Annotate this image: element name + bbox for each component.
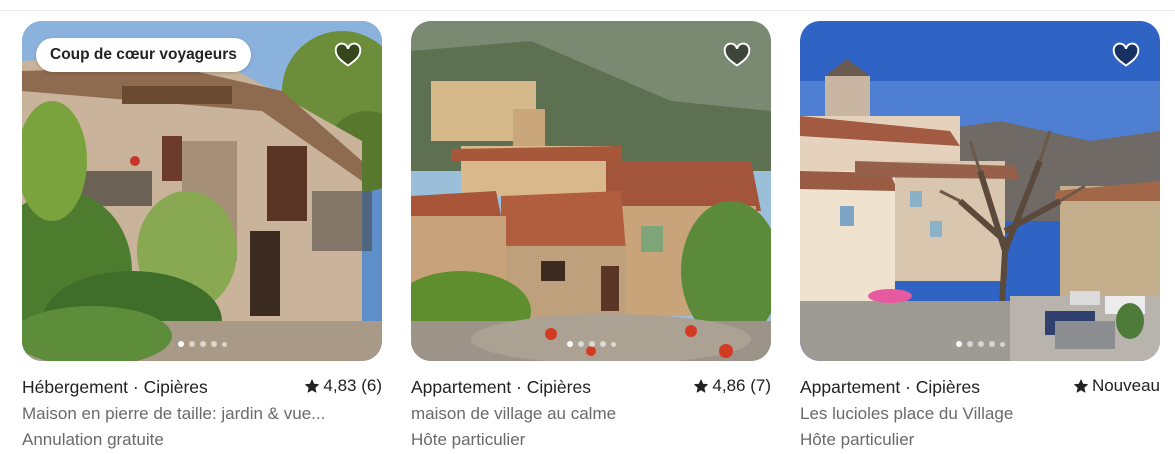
star-icon — [694, 379, 709, 393]
listing-description: Maison en pierre de taille: jardin & vue… — [22, 404, 326, 423]
carousel-dot[interactable] — [177, 341, 184, 347]
listing-card[interactable]: Appartement · Cipières 4,86 (7) maison d… — [411, 21, 771, 451]
listing-rating: 4,83 (6) — [305, 376, 382, 396]
listing-extra: Annulation gratuite — [22, 430, 164, 449]
listing-photo[interactable] — [800, 21, 1160, 361]
heart-icon[interactable] — [334, 41, 362, 69]
listing-title: Appartement · Cipières — [800, 377, 980, 397]
listing-rating: 4,86 (7) — [694, 376, 771, 396]
carousel-dot[interactable] — [210, 341, 217, 347]
carousel-dot[interactable] — [610, 341, 616, 347]
listing-card[interactable]: Coup de cœur voyageurs Hébergement · Cip… — [22, 21, 382, 451]
carousel-dot[interactable] — [221, 341, 227, 347]
carousel-dot[interactable] — [999, 341, 1005, 347]
listing-card[interactable]: Appartement · Cipières Nouveau Les lucio… — [800, 21, 1160, 451]
rating-value: 4,86 (7) — [712, 376, 771, 395]
listing-info: Appartement · Cipières 4,86 (7) maison d… — [411, 376, 771, 450]
heart-icon[interactable] — [723, 41, 751, 69]
listing-photo[interactable]: Coup de cœur voyageurs — [22, 21, 382, 361]
image-carousel-dots[interactable] — [411, 341, 771, 347]
listing-description: maison de village au calme — [411, 404, 617, 423]
listing-title: Hébergement · Cipières — [22, 377, 208, 397]
listing-image — [22, 21, 382, 361]
guest-favorite-badge: Coup de cœur voyageurs — [36, 38, 251, 72]
carousel-dot[interactable] — [966, 341, 973, 347]
carousel-dot[interactable] — [955, 341, 962, 347]
image-carousel-dots[interactable] — [22, 341, 382, 347]
rating-value: 4,83 (6) — [323, 376, 382, 395]
heart-icon[interactable] — [1112, 41, 1140, 69]
listing-photo[interactable] — [411, 21, 771, 361]
listing-info: Hébergement · Cipières 4,83 (6) Maison e… — [22, 376, 382, 450]
carousel-dot[interactable] — [977, 341, 984, 347]
carousel-dot[interactable] — [199, 341, 206, 347]
listing-image — [800, 21, 1160, 361]
carousel-dot[interactable] — [566, 341, 573, 347]
listing-extra: Hôte particulier — [800, 430, 915, 449]
listing-extra: Hôte particulier — [411, 430, 526, 449]
listing-image — [411, 21, 771, 361]
carousel-dot[interactable] — [588, 341, 595, 347]
carousel-dot[interactable] — [988, 341, 995, 347]
star-icon — [305, 379, 320, 393]
listing-rating: Nouveau — [1074, 376, 1160, 396]
rating-value: Nouveau — [1091, 376, 1160, 395]
star-icon — [1074, 379, 1088, 393]
listings-grid: Coup de cœur voyageurs Hébergement · Cip… — [22, 21, 1162, 451]
listing-description: Les lucioles place du Village — [800, 404, 1014, 423]
listing-info: Appartement · Cipières Nouveau Les lucio… — [800, 376, 1160, 450]
carousel-dot[interactable] — [577, 341, 584, 347]
carousel-dot[interactable] — [188, 341, 195, 347]
carousel-dot[interactable] — [599, 341, 606, 347]
listing-title: Appartement · Cipières — [411, 377, 591, 397]
image-carousel-dots[interactable] — [800, 341, 1160, 347]
header-divider — [0, 10, 1175, 11]
